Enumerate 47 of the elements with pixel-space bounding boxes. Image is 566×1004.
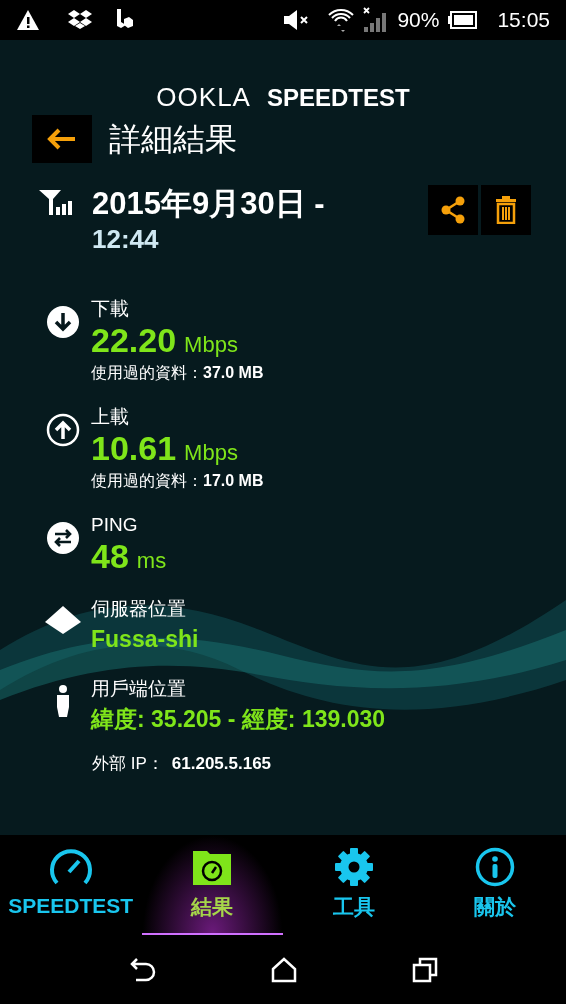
metric-label: 用戶端位置 [91,677,187,701]
share-button[interactable] [428,185,478,235]
external-ip-label: 外部 IP： [92,753,164,775]
metric-label: 伺服器位置 [91,597,187,621]
gear-icon [333,847,374,888]
wifi-icon [327,6,356,34]
metric-label: PING [91,513,139,537]
nav-tab[interactable]: SPEEDTEST [0,835,142,935]
home-icon[interactable] [271,956,297,983]
back-button[interactable] [32,115,92,163]
nav-tab[interactable]: 關於 [424,835,566,935]
warning-icon [16,9,40,31]
delete-button[interactable] [481,185,531,235]
external-ip-value: 61.205.5.165 [171,753,272,775]
battery-icon [447,11,478,29]
metric-label: 下載 [91,297,130,321]
nav-tab[interactable]: 工具 [283,835,425,935]
page-title: 詳細結果 [109,120,237,159]
battery-percent: 90% [397,7,440,34]
metric-value: 10.61 [91,429,177,467]
speedtest-logo: SPEEDTEST [266,86,410,110]
clock: 15:05 [497,7,550,34]
gauge-icon [48,848,93,887]
result-date: 2015年9月30日 - [92,185,326,223]
metric-value: 緯度: 35.205 - 經度: 139.030 [91,705,386,734]
recents-icon[interactable] [412,956,439,983]
metric-value: 48 [91,537,129,575]
data-used-value: 37.0 MB [203,363,264,383]
swap-arrows-icon [46,521,80,555]
info-icon [475,847,516,888]
back-arrow-icon [47,128,77,150]
result-time: 12:44 [92,223,160,255]
metric-unit: Mbps [184,439,238,467]
metric-unit: ms [136,547,167,575]
data-used-label: 使用過的資料： [91,363,203,383]
metric-value: Fussa-shi [91,625,199,654]
dropbox-icon [68,9,92,31]
data-used-value: 17.0 MB [203,471,264,491]
data-used-label: 使用過的資料： [91,471,203,491]
share-icon [440,196,466,224]
nav-tab[interactable]: 結果 [141,835,283,935]
person-icon [56,685,70,717]
trash-icon [495,196,517,224]
metric-label: 上載 [91,405,130,429]
ookla-logo: OOKLA [156,84,251,110]
metric-unit: Mbps [184,331,238,359]
metric-value: 22.20 [91,321,177,359]
